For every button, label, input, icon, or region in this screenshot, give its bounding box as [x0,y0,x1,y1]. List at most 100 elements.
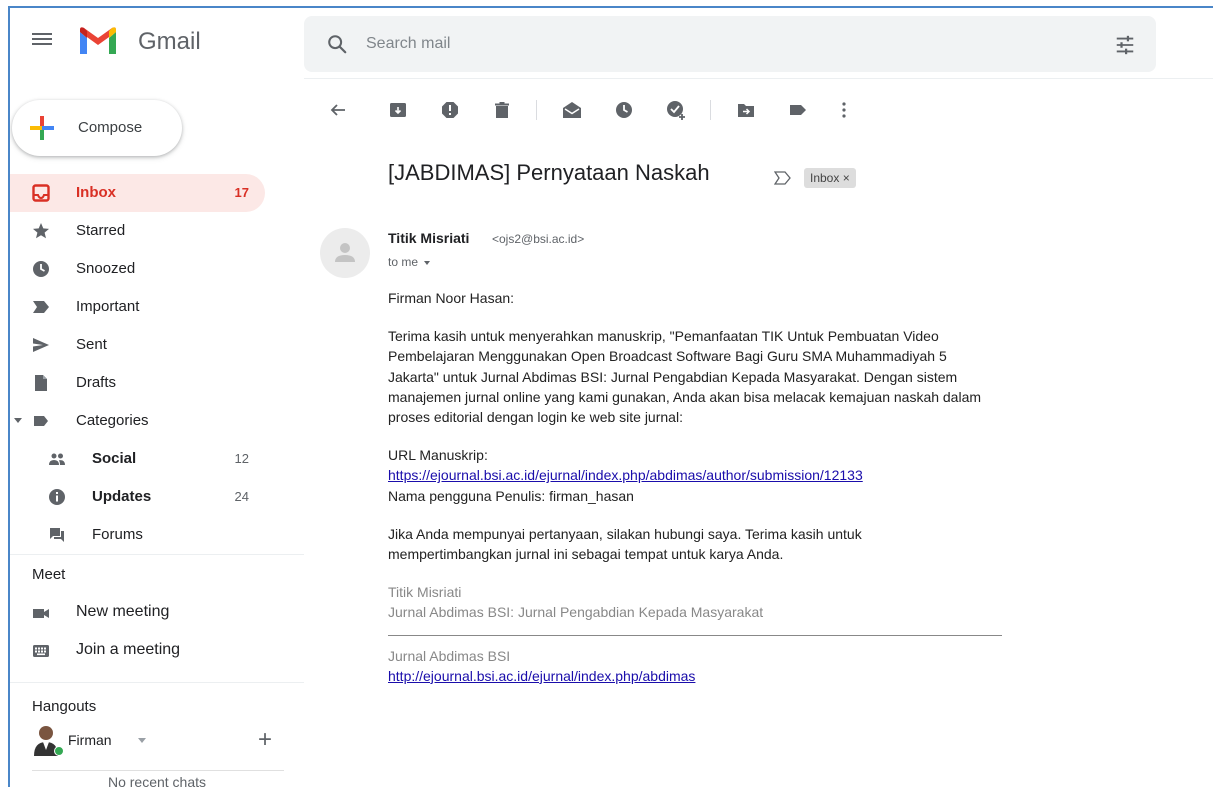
join-meeting-label: Join a meeting [76,641,181,658]
move-folder-icon [738,104,754,117]
email-subject: [JABDIMAS] Pernyataan Naskah [388,160,710,185]
sidebar-item-inbox[interactable]: Inbox 17 [10,174,265,212]
new-chat-plus-icon[interactable]: + [258,726,272,754]
hangouts-divider [32,770,284,771]
search-bar[interactable] [304,16,1156,72]
info-icon [49,489,65,505]
email-body: Firman Noor Hasan: Terima kasih untuk me… [388,288,1002,686]
app-name[interactable]: Gmail [138,28,201,56]
new-meeting-label: New meeting [76,603,170,620]
mark-unread-icon [563,102,581,118]
search-options-icon[interactable] [1114,34,1136,56]
submission-link[interactable]: https://ejournal.bsi.ac.id/ejurnal/index… [388,467,863,483]
clock-icon [33,261,49,277]
add-task-icon [667,101,685,120]
more-vert-icon [842,102,846,118]
back-button[interactable] [326,98,350,122]
username-line: Nama pengguna Penulis: firman_hasan [388,487,634,504]
report-spam-button[interactable] [438,98,462,122]
sidebar-item-sent[interactable]: Sent [10,326,265,364]
person-icon [335,243,355,262]
label-icon [790,105,806,115]
arrow-back-icon [330,104,345,116]
inbox-icon [32,184,50,202]
sidebar-item-label: Drafts [76,374,117,391]
sidebar-item-social[interactable]: Social 12 [10,440,265,478]
plus-icon [30,116,54,140]
sidebar-item-label: Categories [76,412,149,429]
snooze-button[interactable] [612,98,636,122]
sidebar-item-snoozed[interactable]: Snoozed [10,250,265,288]
meet-section-title: Meet [32,566,66,583]
add-to-tasks-button[interactable] [664,98,688,122]
header-divider [304,78,1213,79]
inbox-label-chip[interactable]: Inbox × [804,168,856,188]
email-paragraph: Jika Anda mempunyai pertanyaan, silakan … [388,525,862,563]
unread-count: 24 [234,489,249,504]
sender-name: Titik Misriati [388,230,470,246]
main-menu-button[interactable] [32,30,54,50]
archive-icon [390,103,406,117]
sidebar-item-updates[interactable]: Updates 24 [10,478,265,516]
toolbar-separator [536,100,537,120]
important-icon [33,301,49,313]
join-meeting-button[interactable]: Join a meeting [10,632,265,670]
hamburger-line [32,38,52,40]
more-options-button[interactable] [832,98,856,122]
no-recent-chats: No recent chats [107,774,207,787]
expand-arrow-icon[interactable] [14,418,22,423]
email-paragraph: Terima kasih untuk menyerahkan manuskrip… [388,328,982,426]
compose-label: Compose [78,119,143,136]
sender-email: <ojs2@bsi.ac.id> [492,232,585,246]
chevron-down-icon[interactable] [138,738,146,743]
journal-link[interactable]: http://ejournal.bsi.ac.id/ejurnal/index.… [388,668,695,684]
mark-unread-button[interactable] [560,98,584,122]
delete-button[interactable] [490,98,514,122]
people-icon [49,453,65,465]
header: Gmail [10,8,1213,78]
hangouts-user-name: Firman [68,732,112,748]
search-input[interactable] [366,30,1066,58]
hamburger-line [32,43,52,45]
sidebar-item-label: Sent [76,336,107,353]
unread-count: 17 [234,185,249,200]
archive-button[interactable] [386,98,410,122]
draft-icon [35,375,47,391]
message-toolbar [304,88,1213,132]
labels-button[interactable] [786,98,810,122]
signature-divider [388,634,1002,636]
sidebar-item-categories[interactable]: Categories [10,402,265,440]
signature-name: Titik Misriati [388,584,462,601]
signature-journal: Jurnal Abdimas BSI: Jurnal Pengabdian Ke… [388,604,764,621]
sender-avatar[interactable] [320,228,370,278]
video-camera-icon [33,609,49,618]
online-status-icon [54,746,64,756]
clock-icon [616,102,632,118]
gmail-window: Gmail Search mail Compose Inbox 17 Starr… [8,6,1213,787]
keyboard-icon [33,645,49,657]
sidebar-divider [10,554,304,555]
new-meeting-button[interactable]: New meeting [10,594,265,632]
recipient-details[interactable]: to me [388,255,431,269]
label-icon [34,416,48,426]
move-to-button[interactable] [734,98,758,122]
search-icon[interactable] [326,33,348,55]
sidebar-item-label: Social [92,450,137,467]
recipient-label: to me [388,255,419,269]
sidebar: Compose Inbox 17 Starred Snoozed Importa… [10,78,304,787]
email-greeting: Firman Noor Hasan: [388,290,515,306]
sidebar-item-label: Forums [92,526,143,543]
chevron-down-icon [424,260,431,265]
compose-button[interactable]: Compose [12,100,182,156]
gmail-logo-icon[interactable] [78,26,118,56]
hangouts-user[interactable]: Firman + [30,724,290,760]
hangouts-section-title: Hangouts [32,698,97,715]
trash-icon [495,102,509,118]
sidebar-item-forums[interactable]: Forums [10,516,265,554]
sidebar-item-drafts[interactable]: Drafts [10,364,265,402]
sidebar-item-label: Important [76,298,140,315]
sidebar-item-important[interactable]: Important [10,288,265,326]
sidebar-item-starred[interactable]: Starred [10,212,265,250]
sidebar-item-label: Updates [92,488,152,505]
importance-marker-icon[interactable] [774,171,792,185]
